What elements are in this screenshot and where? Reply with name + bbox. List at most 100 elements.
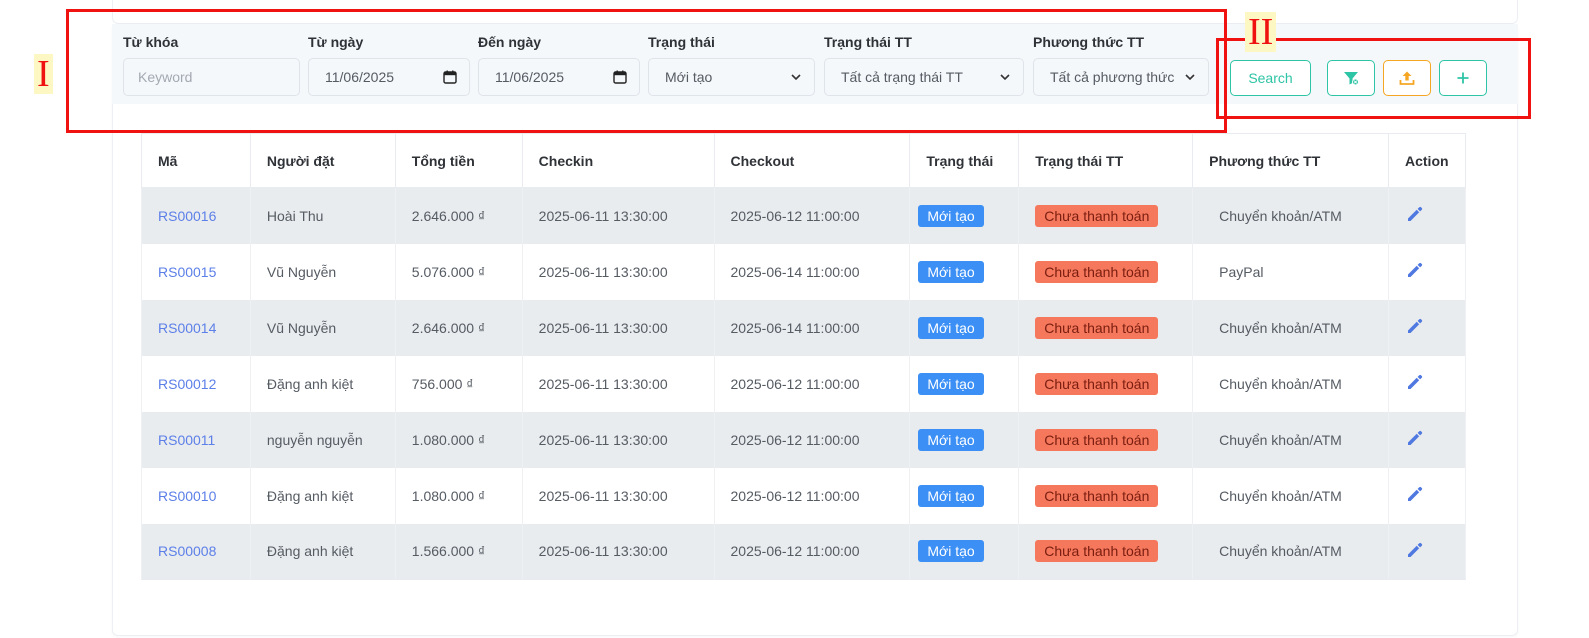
status-badge: Mới tạo [918, 316, 984, 339]
filter-button[interactable] [1327, 60, 1375, 96]
action-cell [1388, 467, 1466, 524]
checkin-cell: 2025-06-11 13:30:00 [521, 187, 715, 244]
column-header[interactable]: Checkin [521, 133, 715, 188]
checkout-cell: 2025-06-12 11:00:00 [713, 355, 911, 412]
export-button[interactable] [1383, 60, 1431, 96]
payment-status-label: Trạng thái TT [824, 34, 912, 50]
table-body: RS00016 Hoài Thu 2.646.000 ₫ 2025-06-11 13:… [141, 187, 1466, 580]
payment-status-select[interactable]: Tất cả trạng thái TT [824, 58, 1024, 96]
to-date-input[interactable]: 11/06/2025 [478, 58, 640, 96]
column-header[interactable]: Action [1388, 133, 1466, 188]
status-cell: Mới tạo [909, 355, 1020, 412]
checkout-cell: 2025-06-14 11:00:00 [713, 299, 911, 356]
table-header-row: Mã Người đặt Tổng tiền Checkin Checkout … [141, 133, 1466, 188]
status-cell: Mới tạo [909, 299, 1020, 356]
pencil-icon[interactable] [1405, 428, 1425, 448]
keyword-label: Từ khóa [123, 34, 179, 50]
checkout-cell: 2025-06-12 11:00:00 [713, 523, 911, 580]
payment-status-cell: Chưa thanh toán [1018, 411, 1194, 468]
payment-method-cell: Chuyển khoản/ATM [1192, 467, 1389, 524]
status-badge: Mới tạo [918, 372, 984, 395]
payment-method-cell: PayPal [1192, 243, 1389, 300]
page: Từ khóa Từ ngày Đến ngày Trạng thái Trạn… [0, 0, 1589, 638]
payment-status-badge: Chưa thanh toán [1035, 316, 1159, 339]
calendar-icon[interactable] [443, 70, 457, 84]
customer-cell: nguyễn nguyễn [249, 411, 396, 468]
status-badge: Mới tạo [918, 428, 984, 451]
reservation-code-link[interactable]: RS00011 [158, 432, 215, 448]
table-row: RS00015 Vũ Nguyễn 5.076.000 ₫ 2025-06-11 13… [141, 243, 1466, 300]
payment-status-cell: Chưa thanh toán [1018, 523, 1194, 580]
upload-icon [1399, 71, 1415, 85]
to-date-label: Đến ngày [478, 34, 542, 50]
checkin-cell: 2025-06-11 13:30:00 [521, 523, 715, 580]
checkout-cell: 2025-06-12 11:00:00 [713, 467, 911, 524]
customer-cell: Đặng anh kiệt [249, 355, 396, 412]
column-header[interactable]: Trạng thái TT [1018, 133, 1194, 188]
total-cell: 2.646.000 ₫ [394, 299, 523, 356]
reservation-code-link[interactable]: RS00016 [158, 208, 216, 224]
status-select[interactable]: Mới tạo [648, 58, 815, 96]
payment-method-cell: Chuyển khoản/ATM [1192, 411, 1389, 468]
payment-method-cell: Chuyển khoản/ATM [1192, 299, 1389, 356]
search-button[interactable]: Search [1230, 60, 1311, 96]
checkout-cell: 2025-06-14 11:00:00 [713, 243, 911, 300]
payment-status-cell: Chưa thanh toán [1018, 355, 1194, 412]
pencil-icon[interactable] [1405, 540, 1425, 560]
column-header[interactable]: Trạng thái [909, 133, 1020, 188]
customer-cell: Vũ Nguyễn [249, 243, 396, 300]
customer-cell: Đặng anh kiệt [249, 523, 396, 580]
status-badge: Mới tạo [918, 204, 984, 227]
reservation-code-link[interactable]: RS00015 [158, 264, 216, 280]
column-header[interactable]: Mã [141, 133, 251, 188]
total-cell: 1.080.000 ₫ [394, 467, 523, 524]
payment-status-cell: Chưa thanh toán [1018, 467, 1194, 524]
calendar-icon[interactable] [613, 70, 627, 84]
pencil-icon[interactable] [1405, 204, 1425, 224]
chevron-down-icon [1000, 74, 1010, 81]
column-header[interactable]: Phương thức TT [1192, 133, 1389, 188]
payment-status-badge: Chưa thanh toán [1035, 204, 1159, 227]
payment-method-cell: Chuyển khoản/ATM [1192, 523, 1389, 580]
column-header[interactable]: Checkout [713, 133, 911, 188]
from-date-input[interactable]: 11/06/2025 [308, 58, 470, 96]
top-card [112, 0, 1518, 24]
pencil-icon[interactable] [1405, 372, 1425, 392]
chevron-down-icon [791, 74, 801, 81]
add-button[interactable] [1439, 60, 1487, 96]
status-label: Trạng thái [648, 34, 715, 50]
table-row: RS00011 nguyễn nguyễn 1.080.000 ₫ 2025-06-1… [141, 411, 1466, 468]
column-header[interactable]: Người đặt [249, 133, 396, 188]
pencil-icon[interactable] [1405, 260, 1425, 280]
reservation-code-link[interactable]: RS00012 [158, 376, 216, 392]
column-header[interactable]: Tổng tiền [394, 133, 523, 188]
pencil-icon[interactable] [1405, 484, 1425, 504]
status-cell: Mới tạo [909, 187, 1020, 244]
table-row: RS00010 Đặng anh kiệt 1.080.000 ₫ 2025-06-1… [141, 467, 1466, 524]
reservation-code-link[interactable]: RS00014 [158, 320, 216, 336]
payment-status-badge: Chưa thanh toán [1035, 428, 1159, 451]
checkin-cell: 2025-06-11 13:30:00 [521, 411, 715, 468]
table-row: RS00012 Đặng anh kiệt 756.000 ₫ 2025-06-11 … [141, 355, 1466, 412]
annotation-label-actions: II [1245, 12, 1277, 52]
pencil-icon[interactable] [1405, 316, 1425, 336]
action-cell [1388, 243, 1466, 300]
total-cell: 1.566.000 ₫ [394, 523, 523, 580]
action-cell [1388, 523, 1466, 580]
payment-method-cell: Chuyển khoản/ATM [1192, 187, 1389, 244]
keyword-input[interactable]: Keyword [123, 58, 300, 96]
status-cell: Mới tạo [909, 467, 1020, 524]
reservation-code-link[interactable]: RS00010 [158, 488, 216, 504]
checkout-cell: 2025-06-12 11:00:00 [713, 411, 911, 468]
payment-status-badge: Chưa thanh toán [1035, 484, 1159, 507]
action-cell [1388, 355, 1466, 412]
checkin-cell: 2025-06-11 13:30:00 [521, 299, 715, 356]
customer-cell: Vũ Nguyễn [249, 299, 396, 356]
payment-status-cell: Chưa thanh toán [1018, 299, 1194, 356]
payment-method-select[interactable]: Tất cả phương thức TT [1033, 58, 1209, 96]
reservations-table: Mã Người đặt Tổng tiền Checkin Checkout … [141, 133, 1466, 580]
reservation-code-link[interactable]: RS00008 [158, 543, 216, 559]
payment-method-value: Tất cả phương thức TT [1050, 69, 1178, 85]
checkout-cell: 2025-06-12 11:00:00 [713, 187, 911, 244]
table-row: RS00014 Vũ Nguyễn 2.646.000 ₫ 2025-06-11 13… [141, 299, 1466, 356]
